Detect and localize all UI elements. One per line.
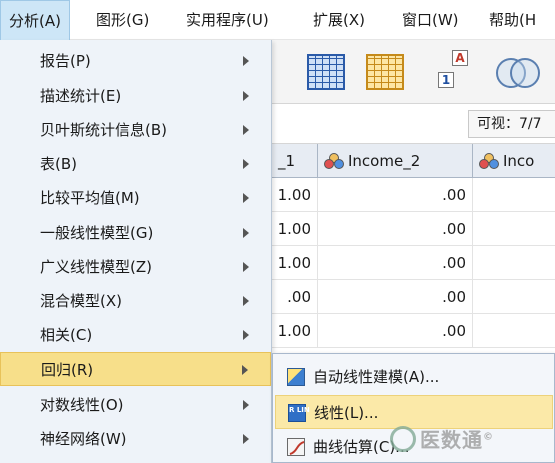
submenu-arrow-icon [243, 193, 249, 203]
column-header-label: Income_2 [348, 152, 421, 170]
table-cell[interactable] [473, 178, 555, 212]
curve-icon [287, 438, 305, 456]
menu-extensions[interactable]: 扩展(X) [305, 0, 373, 40]
menu-item-label: 回归(R) [41, 361, 94, 379]
table-cell[interactable] [473, 314, 555, 348]
menu-item-label: 混合模型(X) [40, 292, 122, 310]
menu-item-reports[interactable]: 报告(P) [0, 44, 271, 78]
table-row: 1.00 .00 [272, 212, 555, 246]
menu-window[interactable]: 窗口(W) [394, 0, 467, 40]
menu-item-general-linear-model[interactable]: 一般线性模型(G) [0, 216, 271, 250]
menu-item-label: 比较平均值(M) [40, 189, 140, 207]
menu-item-label: 相关(C) [40, 326, 93, 344]
table-cell[interactable]: 1.00 [272, 178, 318, 212]
menu-bar: 分析(A) 图形(G) 实用程序(U) 扩展(X) 窗口(W) 帮助(H [0, 0, 555, 40]
menu-item-loglinear[interactable]: 对数线性(O) [0, 388, 271, 422]
swap-values-icon[interactable]: A 1 [438, 50, 472, 90]
menu-item-label: 广义线性模型(Z) [40, 258, 152, 276]
visible-variables-count: 可视：7/7 [468, 110, 555, 138]
menu-item-automatic-linear-modeling[interactable]: 自动线性建模(A)... [275, 360, 553, 394]
swap-top-label: A [452, 50, 468, 66]
menu-item-bayesian-statistics[interactable]: 贝叶斯统计信息(B) [0, 113, 271, 147]
scale-variable-icon [479, 153, 499, 169]
variable-grid-icon[interactable] [366, 54, 404, 90]
menu-item-neural-networks[interactable]: 神经网络(W) [0, 422, 271, 456]
menu-item-mixed-models[interactable]: 混合模型(X) [0, 284, 271, 318]
table-row: 1.00 .00 [272, 314, 555, 348]
table-cell[interactable]: .00 [318, 212, 473, 246]
menu-item-label: 神经网络(W) [40, 430, 127, 448]
analyze-menu: 报告(P) 描述统计(E) 贝叶斯统计信息(B) 表(B) 比较平均值(M) 一… [0, 40, 272, 463]
table-row: .00 .00 [272, 280, 555, 314]
copyright-symbol: © [483, 431, 494, 443]
menu-item-descriptive-statistics[interactable]: 描述统计(E) [0, 79, 271, 113]
swap-bottom-label: 1 [438, 72, 454, 88]
table-row: 1.00 .00 [272, 178, 555, 212]
linear-icon: R LIN [288, 404, 310, 422]
column-header-label: Inco [503, 152, 535, 170]
menu-item-label: 表(B) [40, 155, 77, 173]
menu-item-label: 报告(P) [40, 52, 91, 70]
menu-item-generalized-linear-models[interactable]: 广义线性模型(Z) [0, 250, 271, 284]
menu-item-regression[interactable]: 回归(R) [0, 352, 271, 386]
menu-item-correlate[interactable]: 相关(C) [0, 318, 271, 352]
info-row: 可视：7/7 [272, 104, 555, 144]
menu-utilities[interactable]: 实用程序(U) [178, 0, 277, 40]
auto-linear-icon [287, 368, 305, 386]
table-cell[interactable]: 1.00 [272, 212, 318, 246]
submenu-arrow-icon [243, 330, 249, 340]
watermark-logo-icon [390, 426, 416, 452]
table-cell[interactable] [473, 280, 555, 314]
menu-item-label: 描述统计(E) [40, 87, 122, 105]
submenu-arrow-icon [242, 365, 248, 375]
submenu-arrow-icon [243, 296, 249, 306]
column-header[interactable]: Income_2 [318, 144, 473, 178]
submenu-arrow-icon [243, 434, 249, 444]
scale-variable-icon [324, 153, 344, 169]
watermark-text: 医数通 [420, 428, 483, 452]
submenu-arrow-icon [243, 125, 249, 135]
menu-help[interactable]: 帮助(H [481, 0, 544, 40]
submenu-arrow-icon [243, 400, 249, 410]
data-grid-icon[interactable] [307, 54, 345, 90]
submenu-arrow-icon [243, 91, 249, 101]
watermark: 医数通© [390, 424, 494, 460]
table-cell[interactable] [473, 212, 555, 246]
table-cell[interactable]: .00 [318, 178, 473, 212]
menu-item-label: 对数线性(O) [40, 396, 124, 414]
column-header[interactable]: _1 [272, 144, 318, 178]
venn-circles-icon[interactable] [496, 50, 540, 94]
table-cell[interactable]: .00 [318, 314, 473, 348]
menu-item-label: 一般线性模型(G) [40, 224, 154, 242]
menu-item-compare-means[interactable]: 比较平均值(M) [0, 181, 271, 215]
menu-item-tables[interactable]: 表(B) [0, 147, 271, 181]
menu-item-label: 线性(L)... [314, 404, 379, 422]
menu-graphs[interactable]: 图形(G) [88, 0, 157, 40]
table-cell[interactable] [473, 246, 555, 280]
table-cell[interactable]: .00 [318, 246, 473, 280]
table-cell[interactable]: .00 [272, 280, 318, 314]
menu-analyze[interactable]: 分析(A) [0, 0, 70, 40]
column-header-label: _1 [278, 152, 296, 170]
table-cell[interactable]: 1.00 [272, 314, 318, 348]
toolbar: A 1 [272, 40, 555, 104]
column-header[interactable]: Inco [473, 144, 555, 178]
grid-header: _1 Income_2 Inco [272, 144, 555, 178]
submenu-arrow-icon [243, 228, 249, 238]
menu-item-label: 自动线性建模(A)... [313, 368, 440, 386]
submenu-arrow-icon [243, 159, 249, 169]
submenu-arrow-icon [243, 262, 249, 272]
menu-item-label: 贝叶斯统计信息(B) [40, 121, 167, 139]
table-row: 1.00 .00 [272, 246, 555, 280]
table-cell[interactable]: 1.00 [272, 246, 318, 280]
submenu-arrow-icon [243, 56, 249, 66]
table-cell[interactable]: .00 [318, 280, 473, 314]
